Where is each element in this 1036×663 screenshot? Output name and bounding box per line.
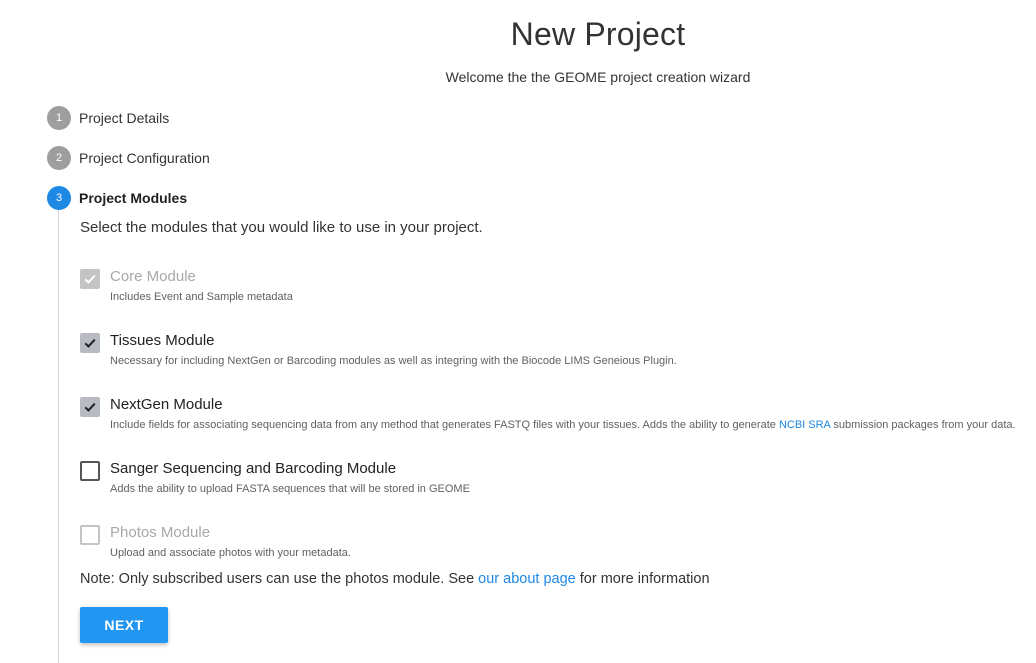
- photos-note: Note: Only subscribed users can use the …: [80, 571, 710, 587]
- check-icon: [84, 274, 96, 284]
- note-text: Note: Only subscribed users can use the …: [80, 571, 479, 587]
- core-module-label: Core Module: [110, 268, 196, 285]
- core-module-description: Includes Event and Sample metadata: [110, 291, 293, 303]
- about-page-link[interactable]: our about page: [478, 571, 576, 587]
- sanger-module-description: Adds the ability to upload FASTA sequenc…: [110, 483, 470, 495]
- step-number-2: 2: [47, 146, 71, 170]
- photos-module-label: Photos Module: [110, 524, 211, 541]
- step-label-project-configuration: Project Configuration: [79, 150, 210, 166]
- page-subtitle: Welcome the the GEOME project creation w…: [445, 69, 751, 85]
- step-project-configuration[interactable]: 2 Project Configuration: [47, 146, 210, 170]
- check-icon: [84, 402, 96, 412]
- note-text-end: for more information: [575, 571, 710, 587]
- stepper-connector-line: [58, 210, 59, 663]
- step-label-project-details: Project Details: [79, 110, 170, 126]
- modules-intro-text: Select the modules that you would like t…: [80, 219, 483, 236]
- module-core: Core Module Includes Event and Sample me…: [80, 268, 1036, 318]
- photos-module-checkbox[interactable]: [80, 525, 100, 545]
- step-number-1: 1: [47, 106, 71, 130]
- step-number-3: 3: [47, 186, 71, 210]
- photos-module-description: Upload and associate photos with your me…: [110, 547, 351, 559]
- step-project-details[interactable]: 1 Project Details: [47, 106, 169, 130]
- new-project-page: New Project Welcome the the GEOME projec…: [0, 0, 1036, 663]
- ncbi-sra-link[interactable]: NCBI SRA: [779, 419, 830, 431]
- tissues-module-description: Necessary for including NextGen or Barco…: [110, 355, 677, 367]
- nextgen-module-label[interactable]: NextGen Module: [110, 396, 223, 413]
- nextgen-description-text-end: submission packages from your data.: [830, 419, 1016, 431]
- nextgen-description-text: Include fields for associating sequencin…: [110, 419, 779, 431]
- page-title: New Project: [510, 16, 686, 52]
- module-tissues: Tissues Module Necessary for including N…: [80, 332, 1036, 382]
- nextgen-module-checkbox[interactable]: [80, 397, 100, 417]
- core-module-checkbox[interactable]: [80, 269, 100, 289]
- sanger-module-checkbox[interactable]: [80, 461, 100, 481]
- tissues-module-label[interactable]: Tissues Module: [110, 332, 215, 349]
- module-photos: Photos Module Upload and associate photo…: [80, 524, 1036, 574]
- module-nextgen: NextGen Module Include fields for associ…: [80, 396, 1036, 446]
- step-project-modules[interactable]: 3 Project Modules: [47, 186, 187, 210]
- next-button[interactable]: NEXT: [80, 607, 168, 643]
- step-label-project-modules: Project Modules: [79, 190, 188, 206]
- tissues-module-checkbox[interactable]: [80, 333, 100, 353]
- sanger-module-label[interactable]: Sanger Sequencing and Barcoding Module: [110, 460, 396, 477]
- check-icon: [84, 338, 96, 348]
- nextgen-module-description: Include fields for associating sequencin…: [110, 419, 1016, 431]
- module-sanger: Sanger Sequencing and Barcoding Module A…: [80, 460, 1036, 510]
